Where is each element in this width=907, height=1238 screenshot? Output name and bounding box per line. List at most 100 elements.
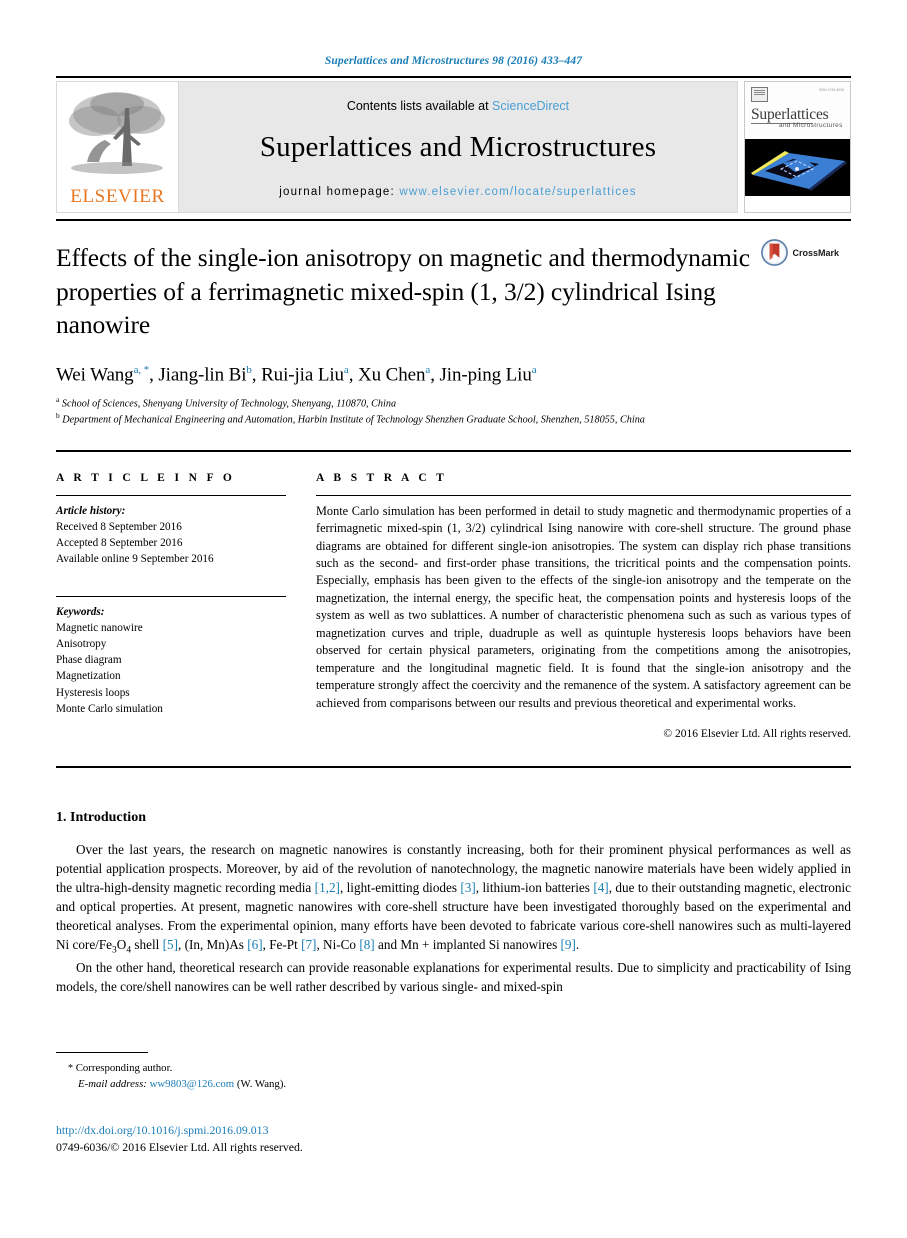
reference-link-7[interactable]: [7] [301,937,316,952]
affiliation-text: School of Sciences, Shenyang University … [61,398,397,410]
email-label: E-mail address: [78,1078,147,1091]
sciencedirect-link[interactable]: ScienceDirect [492,99,569,113]
keyword-item: Anisotropy [56,638,107,651]
cover-bottom-bar [745,193,850,212]
cover-publisher-mark-icon [751,87,768,102]
keyword-item: Magnetization [56,670,121,683]
email-link[interactable]: ww9803@126.com [150,1078,235,1090]
crossmark-badge[interactable]: CrossMark [761,239,839,266]
abstract-copyright: © 2016 Elsevier Ltd. All rights reserved… [663,728,851,741]
author-name: Rui-jia Liu [261,364,344,386]
intro-text-part: . [575,937,580,953]
introduction-paragraph-1: Over the last years, the research on mag… [56,840,851,958]
elsevier-wordmark: ELSEVIER [70,186,165,207]
title-block: Effects of the single-ion anisotropy on … [56,221,851,428]
email-suffix: (W. Wang). [236,1078,287,1091]
cover-title-sub: and Microstructures [779,122,843,129]
crossmark-label: CrossMark [792,247,839,258]
reference-link-5[interactable]: [5] [163,937,178,952]
corresponding-author-note: * Corresponding author. [56,1060,851,1076]
journal-title: Superlattices and Microstructures [259,130,657,163]
author-name: Jiang-lin Bi [158,364,247,386]
article-page: Superlattices and Microstructures 98 (20… [0,0,907,1238]
crossmark-icon [761,239,789,266]
homepage-url-link[interactable]: www.elsevier.com/locate/superlattices [399,186,636,198]
intro-text-part: O [116,937,127,953]
keyword-item: Magnetic nanowire [56,621,143,634]
reference-link-1-2[interactable]: [1,2] [315,880,340,895]
homepage-label: journal homepage: [279,185,400,198]
author-name: Jin-ping Liu [439,364,532,386]
corresponding-author-label: Corresponding author. [75,1062,173,1074]
journal-homepage-line: journal homepage: www.elsevier.com/locat… [279,186,637,198]
running-head: Superlattices and Microstructures 98 (20… [324,55,583,67]
issn-copyright-line: 0749-6036/© 2016 Elsevier Ltd. All right… [56,1140,303,1155]
page-title: Effects of the single-ion anisotropy on … [56,243,750,340]
reference-link-4[interactable]: [4] [593,880,608,895]
contents-prefix: Contents lists available at [346,98,493,113]
affiliation-row: a School of Sciences, Shenyang Universit… [56,395,851,411]
journal-cover-thumbnail: ISSN 0749-6036 Superlattices and Microst… [744,81,851,213]
contents-available-line: Contents lists available at ScienceDirec… [347,99,569,113]
cover-artwork [745,139,850,197]
page-content: Superlattices and Microstructures 98 (20… [56,0,851,996]
keywords-label: Keywords: [56,605,105,618]
keyword-item: Hysteresis loops [56,686,130,699]
body-top-rule [56,766,851,769]
author-name: Xu Chen [358,364,426,386]
article-history-item: Accepted 8 September 2016 [56,537,183,550]
intro-text-part: , Ni-Co [316,937,360,953]
author-marks: b [246,363,252,376]
journal-masthead: ELSEVIER Contents lists available at Sci… [56,81,851,213]
cover-artwork-svg [745,139,850,197]
author-marks: a [531,363,537,376]
abstract-column: A B S T R A C T Monte Carlo simulation h… [316,472,851,740]
elsevier-tree-icon [69,92,165,174]
intro-text-part: , light-emitting diodes [339,880,461,896]
intro-text-part: , lithium-ion batteries [475,880,594,896]
keywords-rule [56,595,286,597]
keyword-item: Monte Carlo simulation [56,702,163,715]
reference-link-3[interactable]: [3] [460,880,475,895]
info-abstract-columns: A R T I C L E I N F O Article history: R… [56,472,851,740]
cover-top-area: ISSN 0749-6036 Superlattices and Microst… [745,82,850,140]
intro-text-part: and Mn + implanted Si nanowires [374,937,561,953]
keyword-item: Phase diagram [56,654,122,667]
reference-link-6[interactable]: [6] [247,937,262,952]
reference-link-8[interactable]: [8] [359,937,374,952]
doi-link[interactable]: http://dx.doi.org/10.1016/j.spmi.2016.09… [56,1122,851,1139]
affiliation-list: a School of Sciences, Shenyang Universit… [56,395,851,427]
doi-block: http://dx.doi.org/10.1016/j.spmi.2016.09… [56,1122,851,1156]
author-marks: a, * [133,363,150,376]
author-marks: a [425,363,431,376]
abstract-rule [316,494,851,496]
article-history-item: Received 8 September 2016 [56,520,182,533]
article-history-label: Article history: [56,504,126,517]
author-name: Wei Wang [56,364,134,386]
journal-banner: Contents lists available at ScienceDirec… [178,81,738,213]
history-keywords-gap [56,568,286,585]
abstract-top-rule [56,449,851,452]
reference-link-9[interactable]: [9] [561,937,576,952]
cover-issue-text: ISSN 0749-6036 [818,88,844,92]
elsevier-logo: ELSEVIER [56,81,178,213]
footnote-rule [56,1052,148,1053]
corresponding-author-mark: * [68,1063,73,1074]
introduction-heading: 1. Introduction [56,810,146,826]
author-list: Wei Wanga, *, Jiang-lin Bib, Rui-jia Liu… [56,363,537,386]
article-info-heading: A R T I C L E I N F O [56,471,236,484]
intro-text-part: shell [131,937,163,953]
page-footer: * Corresponding author. E-mail address: … [56,1052,851,1157]
article-history-item: Available online 9 September 2016 [56,553,214,566]
affiliation-text: Department of Mechanical Engineering and… [62,414,645,426]
masthead-top-rule [56,76,851,78]
email-note: E-mail address: ww9803@126.com (W. Wang)… [56,1076,851,1092]
intro-text-part: , (In, Mn)As [177,937,248,953]
article-info-rule [56,494,286,496]
article-info-column: A R T I C L E I N F O Article history: R… [56,472,286,740]
introduction-paragraph-2: On the other hand, theoretical research … [56,960,851,995]
abstract-heading: A B S T R A C T [316,471,448,484]
affiliation-mark: a [56,395,60,405]
author-marks: a [343,363,349,376]
affiliation-mark: b [56,411,60,421]
